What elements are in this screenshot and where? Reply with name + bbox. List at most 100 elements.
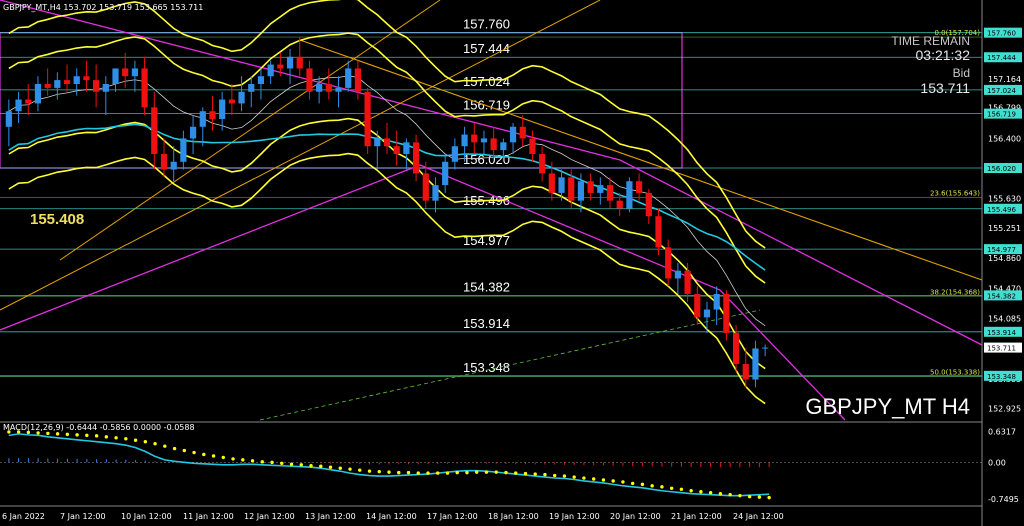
candle-body-46 [451, 146, 458, 162]
x-tick-label-6: 14 Jan 12:00 [366, 512, 417, 521]
candle-body-36 [354, 68, 362, 92]
candle-body-0 [5, 111, 12, 127]
price-chart[interactable]: 157.760 157.444 157.024 156.719 156.020 155.4… [0, 0, 1024, 526]
macd-signal-dot-10 [104, 435, 109, 439]
symbol-watermark: GBPJPY_MT H4 [805, 394, 970, 419]
level-tag-8: 153.914 [987, 329, 1016, 337]
candle-body-68 [665, 247, 672, 279]
x-tick-label-10: 20 Jan 12:00 [610, 512, 661, 521]
candle-body-41 [403, 142, 410, 154]
macd-signal-dot-7 [75, 433, 79, 437]
candle-body-29 [286, 56, 294, 69]
candle-body-3 [34, 84, 42, 104]
candle-body-32 [316, 84, 323, 92]
y-tick-label-10: 155.251 [988, 224, 1021, 233]
candle-body-11 [112, 68, 119, 84]
macd-signal-dot-26 [260, 460, 264, 464]
x-tick-label-8: 18 Jan 12:00 [488, 512, 539, 521]
candle-body-8 [83, 76, 90, 81]
candle-body-55 [539, 154, 546, 174]
y-tick-label-8: 155.630 [988, 194, 1021, 203]
candle-body-23 [228, 99, 235, 104]
level-tag-7: 154.382 [987, 292, 1016, 300]
candle-body-33 [325, 84, 332, 92]
candle-body-63 [616, 200, 623, 209]
macd-signal-dot-37 [367, 469, 372, 473]
candle-body-65 [635, 181, 643, 193]
macd-signal-dot-45 [445, 471, 450, 475]
level-label-7: 154.382 [463, 279, 510, 294]
candle-body-15 [151, 107, 158, 154]
macd-signal-dot-21 [211, 454, 216, 458]
level-tag-6: 154.977 [987, 246, 1016, 254]
candle-body-12 [122, 68, 129, 77]
candle-body-25 [248, 84, 255, 92]
candle-body-27 [267, 64, 274, 77]
macd-signal-dot-11 [114, 436, 118, 440]
macd-signal-dot-55 [543, 472, 547, 477]
candle-body-19 [189, 126, 197, 139]
level-label-1: 157.444 [463, 41, 510, 56]
x-tick-label-0: 6 Jan 2022 [2, 512, 45, 521]
macd-signal-dot-65 [640, 482, 645, 487]
candle-body-75 [732, 332, 740, 364]
macd-signal-dot-74 [728, 492, 732, 497]
chart-background [0, 0, 1024, 526]
macd-signal-dot-33 [328, 465, 333, 469]
bid-label: Bid [953, 66, 970, 80]
macd-signal-dot-22 [221, 455, 226, 460]
macd-signal-dot-25 [250, 459, 255, 463]
macd-signal-dot-67 [660, 485, 664, 489]
macd-signal-dot-41 [406, 470, 411, 475]
macd-header: MACD(12,26,9) -0.6444 -0.5856 0.0000 -0.… [3, 423, 195, 432]
macd-signal-dot-61 [601, 478, 606, 482]
macd-signal-dot-30 [299, 463, 303, 467]
macd-signal-dot-20 [202, 452, 206, 457]
macd-signal-dot-14 [143, 440, 148, 444]
candle-body-44 [432, 185, 439, 201]
candle-body-14 [141, 68, 148, 108]
level-tag-9: 153.348 [987, 373, 1016, 381]
macd-signal-dot-58 [572, 475, 576, 479]
candle-body-59 [577, 181, 585, 201]
candle-body-22 [219, 99, 226, 119]
macd-signal-dot-59 [582, 476, 586, 480]
macd-signal-dot-42 [416, 471, 420, 475]
macd-signal-dot-76 [747, 494, 752, 499]
candle-body-51 [500, 142, 507, 151]
x-tick-label-7: 17 Jan 12:00 [427, 512, 478, 521]
candle-body-31 [306, 68, 313, 92]
macd-signal-dot-44 [436, 471, 440, 475]
candle-body-47 [461, 134, 468, 147]
candle-body-74 [723, 294, 730, 333]
candle-body-16 [160, 154, 168, 170]
candle-body-60 [587, 181, 594, 193]
candle-body-42 [412, 142, 420, 174]
level-label-9: 153.348 [463, 360, 510, 375]
candle-body-43 [422, 173, 429, 201]
candle-body-48 [471, 134, 478, 143]
macd-tick-2: -0.7495 [988, 495, 1019, 504]
macd-signal-dot-28 [280, 461, 284, 466]
macd-signal-dot-23 [231, 457, 235, 461]
macd-signal-dot-46 [455, 470, 459, 475]
level-tag-0: 157.760 [987, 30, 1016, 38]
macd-signal-dot-66 [650, 484, 654, 488]
macd-signal-dot-34 [338, 466, 342, 470]
macd-signal-dot-43 [426, 471, 430, 475]
macd-signal-dot-47 [465, 470, 469, 475]
macd-signal-dot-60 [591, 477, 596, 481]
candle-body-4 [44, 84, 51, 88]
macd-signal-dot-77 [757, 495, 762, 499]
candle-body-66 [645, 192, 652, 217]
macd-signal-dot-57 [562, 474, 567, 478]
candle-body-53 [519, 126, 526, 139]
macd-signal-dot-6 [65, 432, 70, 437]
candle-body-34 [335, 87, 342, 92]
candle-body-6 [63, 80, 71, 84]
current-price-tag: 153.711 [987, 345, 1016, 353]
macd-signal-dot-63 [621, 480, 625, 484]
x-tick-label-2: 10 Jan 12:00 [121, 512, 172, 521]
macd-signal-dot-75 [738, 493, 742, 498]
macd-signal-dot-39 [387, 470, 391, 474]
